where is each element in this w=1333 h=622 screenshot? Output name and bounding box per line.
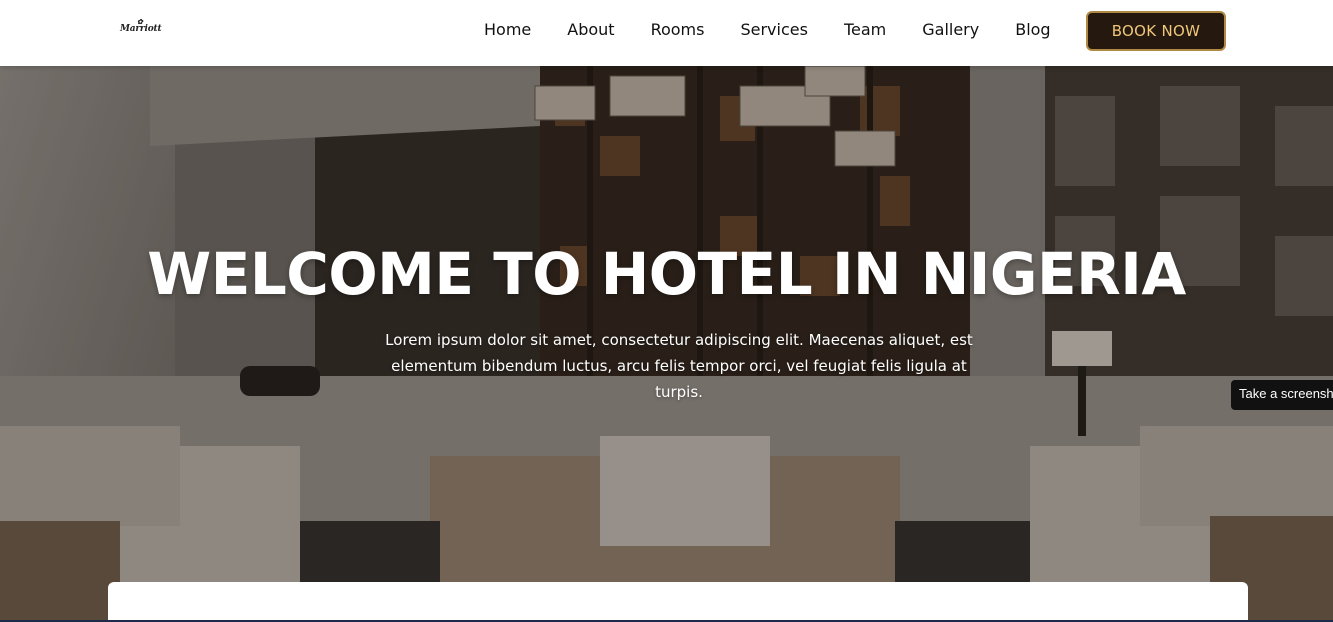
- nav-home[interactable]: Home: [484, 19, 531, 41]
- nav-team[interactable]: Team: [844, 19, 886, 41]
- nav-rooms[interactable]: Rooms: [651, 19, 705, 41]
- marriott-logo[interactable]: ✿ Marriott: [120, 17, 162, 34]
- screenshot-tooltip: Take a screenshot: [1231, 380, 1333, 410]
- nav-services[interactable]: Services: [740, 19, 807, 41]
- logo-mark-icon: ✿: [137, 17, 143, 26]
- nav-gallery[interactable]: Gallery: [922, 19, 979, 41]
- booking-card: [108, 582, 1248, 622]
- nav-blog[interactable]: Blog: [1015, 19, 1050, 41]
- hero-description: Lorem ipsum dolor sit amet, consectetur …: [385, 331, 973, 401]
- nav-about[interactable]: About: [567, 19, 614, 41]
- main-nav: Home About Rooms Services Team Gallery B…: [484, 19, 1087, 41]
- book-now-button[interactable]: BOOK NOW: [1086, 11, 1226, 51]
- site-header: ✿ Marriott Home About Rooms Services Tea…: [0, 0, 1333, 66]
- hero-section: WELCOME TO HOTEL IN NIGERIA Lorem ipsum …: [0, 66, 1333, 622]
- hero-title: WELCOME TO HOTEL IN NIGERIA: [147, 240, 1186, 308]
